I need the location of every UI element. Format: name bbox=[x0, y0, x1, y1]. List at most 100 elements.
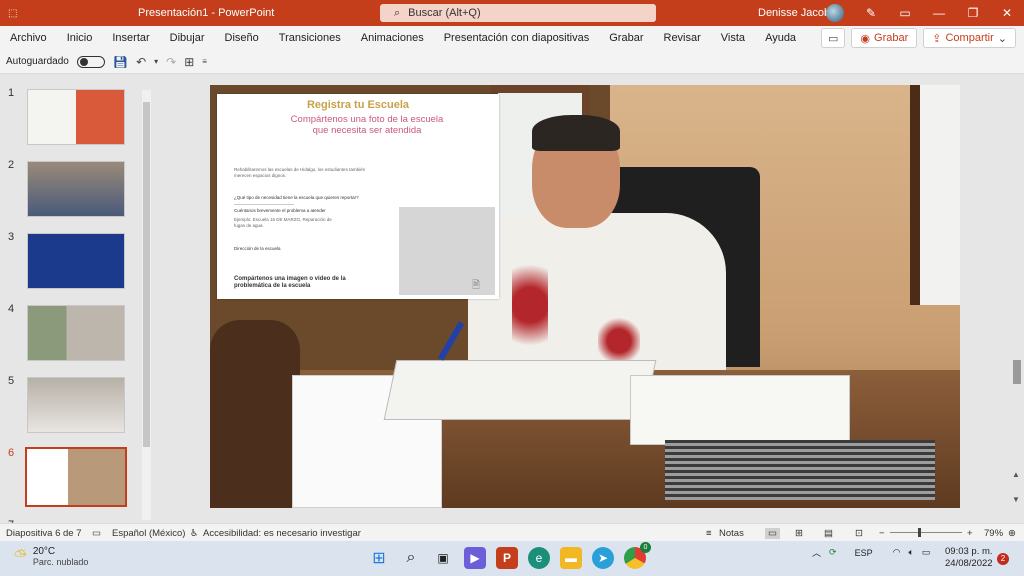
form-question-2-hint: Ejemplo: Escuela 16 DE MARZO, Reparación… bbox=[234, 217, 332, 228]
quick-access-toolbar: Autoguardado 💾︎ ↶ ▾ ↷ ⊞ ≡ bbox=[0, 50, 1024, 74]
chevron-down-icon[interactable]: ▾ bbox=[154, 57, 158, 66]
thumbnails-scrollbar[interactable] bbox=[142, 90, 151, 520]
person-hair bbox=[532, 115, 620, 151]
redo-icon[interactable]: ↷ bbox=[166, 55, 176, 69]
thumbnail-slide-2[interactable]: 2 bbox=[0, 147, 150, 217]
tab-presentacion[interactable]: Presentación con diapositivas bbox=[434, 32, 600, 44]
thumbnail-image bbox=[27, 377, 125, 433]
thumbnail-image bbox=[27, 89, 125, 145]
volume-icon[interactable]: 🔈︎ bbox=[908, 547, 913, 558]
scrollbar-thumb[interactable] bbox=[1013, 360, 1021, 384]
search-input[interactable]: ⌕ Buscar (Alt+Q) bbox=[380, 4, 656, 22]
chrome-icon[interactable]: 0 bbox=[624, 542, 651, 569]
input-language[interactable]: ESP bbox=[855, 548, 873, 558]
ribbon-display-icon[interactable]: ▭ bbox=[888, 0, 922, 26]
windows-start-icon[interactable]: ⊞ bbox=[368, 547, 390, 569]
search-placeholder: Buscar (Alt+Q) bbox=[408, 7, 481, 19]
chat-icon[interactable]: ▶ bbox=[464, 547, 486, 569]
thumbnail-number: 1 bbox=[8, 87, 15, 99]
chrome-badge: 0 bbox=[640, 542, 651, 553]
sync-icon[interactable]: ⟳ bbox=[829, 547, 837, 558]
clock-date: 24/08/2022 bbox=[945, 558, 993, 569]
undo-icon[interactable]: ↶ bbox=[136, 55, 146, 69]
scroll-up-icon[interactable]: ▲ bbox=[1012, 470, 1020, 479]
save-icon[interactable]: 💾︎ bbox=[113, 55, 128, 69]
thumbnail-slide-3[interactable]: 3 bbox=[0, 219, 150, 289]
powerpoint-icon[interactable]: P bbox=[496, 547, 518, 569]
present-icon[interactable]: ⊞ bbox=[184, 55, 194, 69]
thumbnail-slide-1[interactable]: 1 bbox=[0, 75, 150, 145]
save-icon[interactable]: ⬚ bbox=[8, 8, 17, 19]
avatar[interactable] bbox=[826, 4, 844, 22]
file-explorer-icon[interactable]: ▬ bbox=[560, 547, 582, 569]
tab-grabar[interactable]: Grabar bbox=[599, 32, 653, 44]
edge-icon[interactable]: e bbox=[528, 547, 550, 569]
slide-canvas[interactable]: Registra tu Escuela Compártenos una foto… bbox=[210, 85, 960, 508]
thumbnail-slide-5[interactable]: 5 bbox=[0, 363, 150, 433]
wifi-icon[interactable]: ◠ bbox=[893, 547, 901, 558]
thumbnail-number: 3 bbox=[8, 231, 15, 243]
zoom-in-icon[interactable]: + bbox=[967, 528, 973, 539]
pen bbox=[437, 321, 465, 361]
tab-transiciones[interactable]: Transiciones bbox=[269, 32, 351, 44]
zoom-out-icon[interactable]: − bbox=[879, 528, 885, 539]
weather-widget[interactable]: ⛅︎ 20°C Parc. nublado bbox=[14, 546, 88, 567]
scrollbar-thumb[interactable] bbox=[143, 102, 150, 447]
ribbon-tabs: Archivo Inicio Insertar Dibujar Diseño T… bbox=[0, 26, 1024, 50]
form-question-4: Compártenos una imagen o video de la pro… bbox=[234, 276, 346, 289]
close-icon[interactable]: ✕ bbox=[990, 0, 1024, 26]
form-title: Registra tu Escuela bbox=[306, 99, 410, 111]
scroll-down-icon[interactable]: ▼ bbox=[1012, 495, 1020, 504]
reading-view-icon[interactable]: ▤ bbox=[824, 528, 833, 539]
comments-button[interactable]: ▭ bbox=[821, 28, 846, 48]
comment-icon: ▭ bbox=[828, 32, 839, 45]
tab-dibujar[interactable]: Dibujar bbox=[160, 32, 215, 44]
fit-slide-icon[interactable]: ⊕ bbox=[1008, 528, 1016, 539]
share-button[interactable]: ⇪ Compartir ⌄ bbox=[923, 28, 1016, 48]
language-indicator[interactable]: Español (México) bbox=[112, 528, 185, 539]
user-name[interactable]: Denisse Jacobo bbox=[758, 7, 836, 19]
notes-button[interactable]: Notas bbox=[719, 528, 744, 539]
notes-icon[interactable]: ≡ bbox=[706, 528, 712, 539]
slideshow-icon[interactable]: ⊡ bbox=[855, 528, 863, 539]
thumbnail-image bbox=[27, 161, 125, 217]
chevron-up-icon[interactable]: ︿ bbox=[812, 546, 821, 559]
customize-qat-icon[interactable]: ≡ bbox=[202, 57, 207, 66]
battery-icon[interactable]: ▭ bbox=[922, 547, 931, 558]
record-button[interactable]: ◉ Grabar bbox=[851, 28, 918, 48]
system-clock[interactable]: 09:03 p. m. 24/08/2022 bbox=[945, 546, 993, 570]
tab-archivo[interactable]: Archivo bbox=[0, 32, 57, 44]
tab-insertar[interactable]: Insertar bbox=[102, 32, 159, 44]
telegram-icon[interactable]: ➤ bbox=[592, 547, 614, 569]
slide-scrollbar[interactable]: ▲ ▼ bbox=[1010, 75, 1024, 523]
slide-thumbnails-pane: 1 2 3 4 5 6 7 bbox=[0, 75, 154, 531]
accessibility-icon[interactable]: ♿︎ bbox=[190, 528, 199, 539]
slide-sorter-icon[interactable]: ⊞ bbox=[795, 528, 803, 539]
thumbnail-slide-6[interactable]: 6 bbox=[0, 435, 150, 507]
tab-ayuda[interactable]: Ayuda bbox=[755, 32, 806, 44]
tab-diseno[interactable]: Diseño bbox=[215, 32, 269, 44]
pen-icon[interactable]: ✎ bbox=[854, 0, 888, 26]
normal-view-icon[interactable]: ▭ bbox=[765, 528, 780, 539]
restore-icon[interactable]: ❐ bbox=[956, 0, 990, 26]
autosave-toggle[interactable] bbox=[76, 55, 105, 68]
zoom-level[interactable]: 79% bbox=[984, 528, 1003, 539]
tab-revisar[interactable]: Revisar bbox=[654, 32, 711, 44]
zoom-slider-knob[interactable] bbox=[918, 528, 921, 537]
thumbnail-image bbox=[27, 233, 125, 289]
form-screenshot[interactable]: Registra tu Escuela Compártenos una foto… bbox=[217, 94, 499, 299]
tab-vista[interactable]: Vista bbox=[711, 32, 755, 44]
task-view-icon[interactable]: ▣ bbox=[432, 547, 454, 569]
spellcheck-icon[interactable]: ▭ bbox=[92, 528, 101, 539]
minimize-icon[interactable]: — bbox=[922, 0, 956, 26]
zoom-slider[interactable] bbox=[890, 532, 962, 533]
accessibility-status[interactable]: Accesibilidad: es necesario investigar bbox=[203, 528, 361, 539]
weather-condition: Parc. nublado bbox=[32, 557, 89, 567]
autosave-label: Autoguardado bbox=[6, 56, 69, 67]
notification-badge[interactable]: 2 bbox=[997, 553, 1009, 565]
search-icon[interactable]: ⌕ bbox=[400, 547, 422, 569]
tab-animaciones[interactable]: Animaciones bbox=[351, 32, 434, 44]
tab-inicio[interactable]: Inicio bbox=[57, 32, 103, 44]
status-bar: Diapositiva 6 de 7 ▭ Español (México) ♿︎… bbox=[0, 523, 1024, 541]
thumbnail-slide-4[interactable]: 4 bbox=[0, 291, 150, 361]
